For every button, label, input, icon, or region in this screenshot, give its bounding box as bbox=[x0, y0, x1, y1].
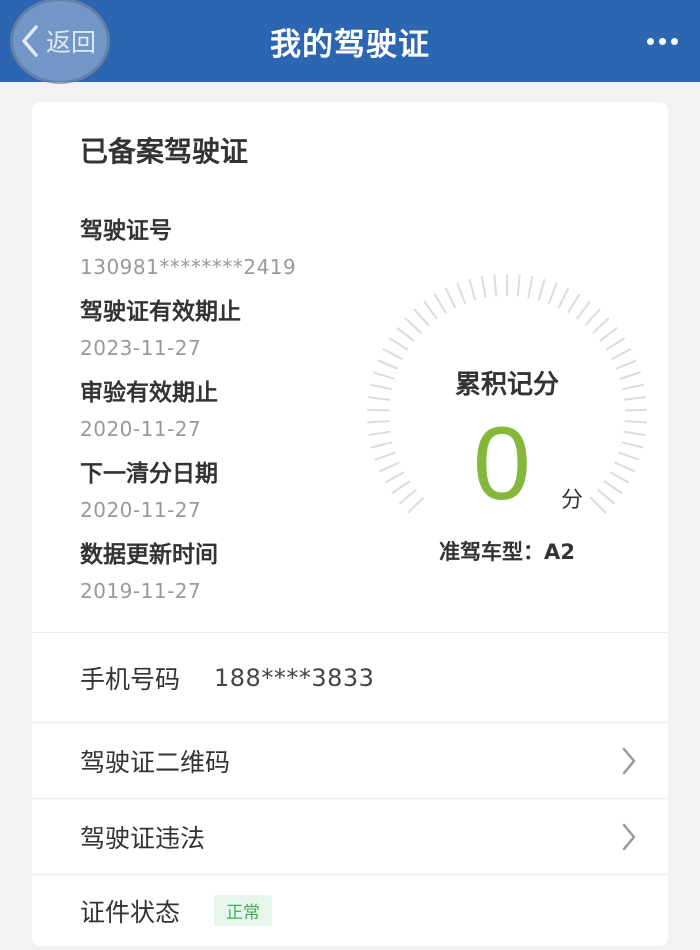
gauge-tick bbox=[599, 326, 618, 342]
gauge-tick bbox=[589, 496, 607, 514]
more-icon[interactable] bbox=[647, 0, 678, 82]
info-value: 2020-11-27 bbox=[80, 498, 202, 522]
back-button[interactable]: 返回 bbox=[6, 0, 110, 84]
license-info-list: 驾驶证号 130981********2419 驾驶证有效期止 2023-11-… bbox=[80, 214, 380, 619]
info-label: 驾驶证号 bbox=[80, 218, 172, 244]
page-title: 我的驾驶证 bbox=[270, 26, 430, 63]
gauge-tick bbox=[480, 276, 487, 299]
info-item-next-clear-date: 下一清分日期 2020-11-27 bbox=[80, 457, 380, 538]
info-label: 数据更新时间 bbox=[80, 542, 218, 568]
phone-row: 手机号码 188****3833 bbox=[32, 632, 668, 722]
gauge-tick bbox=[603, 480, 623, 495]
navigation-bar: 返回 我的驾驶证 bbox=[0, 0, 700, 84]
points-unit: 分 bbox=[561, 488, 584, 513]
chevron-left-icon bbox=[18, 21, 44, 61]
gauge-tick bbox=[388, 337, 409, 351]
gauge-tick bbox=[378, 461, 400, 473]
gauge-tick bbox=[592, 317, 610, 334]
gauge-tick bbox=[623, 430, 646, 437]
gauge-tick bbox=[614, 461, 636, 473]
info-item-license-number: 驾驶证号 130981********2419 bbox=[80, 214, 380, 295]
info-label: 驾驶证有效期止 bbox=[80, 299, 241, 325]
info-value: 2023-11-27 bbox=[80, 336, 202, 360]
gauge-title: 累积记分 bbox=[454, 370, 559, 400]
info-label: 审验有效期止 bbox=[80, 380, 218, 406]
gauge-tick bbox=[537, 278, 546, 301]
info-value: 130981********2419 bbox=[80, 255, 297, 279]
gauge-tick bbox=[624, 408, 647, 412]
gauge-tick bbox=[391, 480, 411, 495]
gauge-tick bbox=[413, 308, 430, 327]
gauge-tick bbox=[621, 441, 644, 449]
gauge-tick bbox=[576, 300, 591, 320]
phone-label: 手机号码 bbox=[80, 664, 181, 694]
license-violations-row[interactable]: 驾驶证违法 bbox=[32, 798, 668, 874]
gauge-tick bbox=[384, 471, 405, 484]
chevron-right-icon bbox=[622, 823, 636, 850]
gauge-tick bbox=[423, 300, 438, 320]
info-value: 2020-11-27 bbox=[80, 417, 202, 441]
violations-label: 驾驶证违法 bbox=[80, 823, 206, 853]
gauge-tick bbox=[609, 471, 630, 484]
gauge-tick bbox=[611, 348, 632, 361]
phone-value: 188****3833 bbox=[214, 663, 375, 692]
info-item-license-expiry: 驾驶证有效期止 2023-11-27 bbox=[80, 295, 380, 376]
info-item-inspection-expiry: 审验有效期止 2020-11-27 bbox=[80, 376, 380, 457]
gauge-tick bbox=[368, 430, 391, 437]
chevron-right-icon bbox=[622, 747, 636, 774]
license-status-row: 证件状态 正常 bbox=[32, 874, 668, 946]
gauge-tick bbox=[624, 420, 647, 424]
gauge-tick bbox=[444, 287, 457, 309]
gauge-tick bbox=[370, 441, 393, 449]
gauge-tick bbox=[396, 326, 415, 342]
gauge-tick bbox=[407, 496, 425, 514]
card-title: 已备案驾驶证 bbox=[80, 135, 249, 168]
gauge-tick bbox=[374, 451, 396, 461]
gauge-tick bbox=[468, 278, 477, 301]
info-value: 2019-11-27 bbox=[80, 579, 202, 603]
gauge-tick bbox=[557, 287, 570, 309]
qr-code-label: 驾驶证二维码 bbox=[80, 747, 231, 777]
gauge-tick bbox=[567, 293, 581, 314]
gauge-tick bbox=[596, 488, 616, 505]
info-item-data-update-time: 数据更新时间 2019-11-27 bbox=[80, 538, 380, 619]
points-gauge: 累积记分 0 分 准驾车型：A2 bbox=[357, 264, 657, 564]
license-type: 准驾车型：A2 bbox=[439, 540, 575, 564]
status-badge: 正常 bbox=[214, 895, 273, 926]
gauge-tick bbox=[456, 282, 467, 305]
back-label: 返回 bbox=[46, 28, 97, 57]
gauge-tick bbox=[398, 488, 418, 505]
gauge-tick bbox=[367, 420, 390, 424]
points-value: 0 bbox=[473, 406, 531, 522]
gauge-tick bbox=[584, 308, 601, 327]
info-label: 下一清分日期 bbox=[80, 461, 218, 487]
gauge-tick bbox=[527, 276, 534, 299]
gauge-tick bbox=[367, 408, 390, 412]
gauge-tick bbox=[404, 317, 422, 334]
gauge-tick bbox=[382, 348, 403, 361]
gauge-tick bbox=[547, 282, 558, 305]
gauge-tick bbox=[605, 337, 626, 351]
gauge-tick bbox=[493, 274, 498, 297]
status-label: 证件状态 bbox=[80, 897, 181, 927]
license-qr-code-row[interactable]: 驾驶证二维码 bbox=[32, 722, 668, 798]
gauge-tick bbox=[433, 293, 447, 314]
gauge-tick bbox=[618, 451, 640, 461]
gauge-tick bbox=[516, 274, 521, 297]
license-card: 已备案驾驶证 驾驶证号 130981********2419 驾驶证有效期止 2… bbox=[32, 102, 668, 946]
